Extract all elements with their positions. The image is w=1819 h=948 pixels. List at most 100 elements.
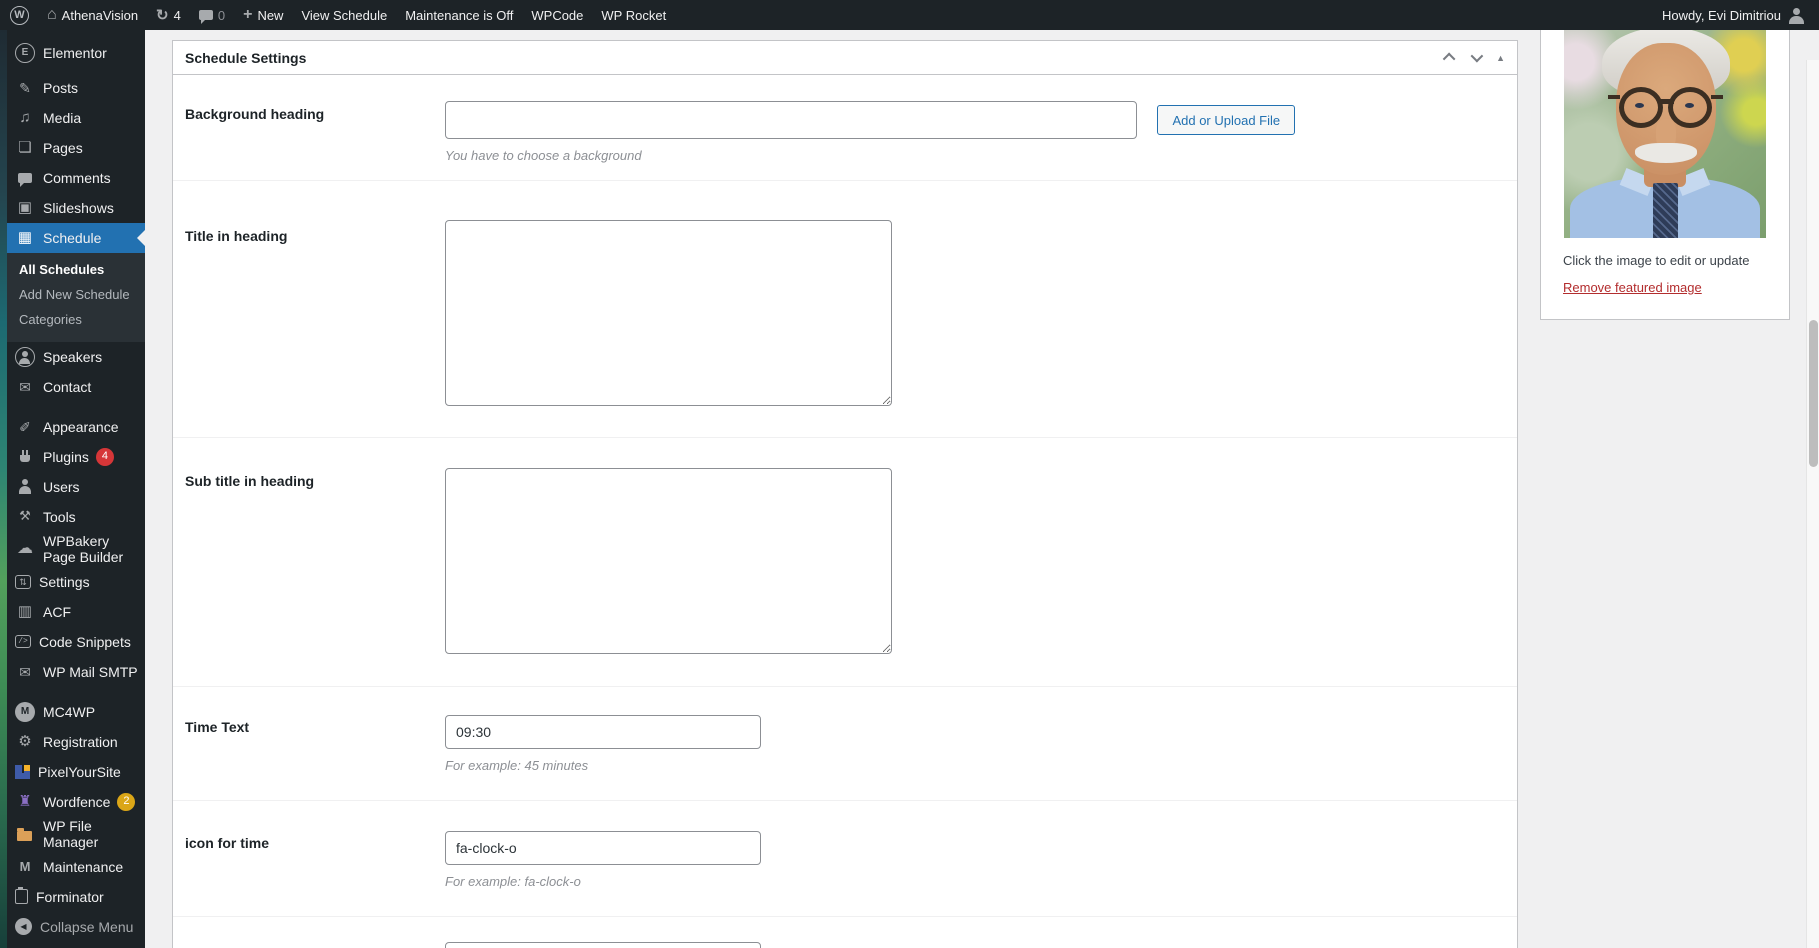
wordpress-logo-icon xyxy=(10,5,29,25)
remove-featured-image-link[interactable]: Remove featured image xyxy=(1563,280,1702,295)
sidebar-item-label: Speakers xyxy=(43,348,103,365)
collapse-menu-button[interactable]: Collapse Menu xyxy=(7,912,145,942)
plug-icon xyxy=(15,447,35,467)
sidebar-item-settings[interactable]: Settings xyxy=(7,567,145,597)
partial-bottom-input[interactable] xyxy=(445,942,761,948)
featured-image-thumbnail[interactable] xyxy=(1564,30,1766,238)
slideshow-icon xyxy=(15,198,35,218)
sidebar-item-wp-mail-smtp[interactable]: WP Mail SMTP xyxy=(7,657,145,687)
user-icon xyxy=(15,477,35,497)
sidebar-item-media[interactable]: Media xyxy=(7,103,145,133)
sidebar-item-label: Schedule xyxy=(43,229,102,246)
maintenance-menu[interactable]: Maintenance is Off xyxy=(405,8,513,23)
sidebar-item-maintenance[interactable]: Maintenance xyxy=(7,852,145,882)
wp-rocket-menu[interactable]: WP Rocket xyxy=(601,8,666,23)
sidebar-item-label: Wordfence xyxy=(43,793,111,810)
sidebar-item-acf[interactable]: ACF xyxy=(7,597,145,627)
comments-menu[interactable]: 0 xyxy=(198,8,225,24)
maintenance-label: Maintenance is Off xyxy=(405,7,514,23)
schedule-submenu: All Schedules Add New Schedule Categorie… xyxy=(7,252,145,342)
sidebar-item-forminator[interactable]: Forminator xyxy=(7,882,145,912)
wpcode-menu[interactable]: WPCode xyxy=(531,8,583,23)
sidebar-item-label: Tools xyxy=(43,508,76,525)
field-row-sub-title-in-heading: Sub title in heading xyxy=(173,438,1517,687)
cloud-icon xyxy=(15,539,35,559)
sidebar-item-label: Code Snippets xyxy=(39,633,131,650)
sidebar-item-label: MC4WP xyxy=(43,703,96,720)
updates-icon xyxy=(156,6,169,24)
my-account-menu[interactable]: Howdy, Evi Dimitriou xyxy=(1662,7,1819,24)
sidebar-item-users[interactable]: Users xyxy=(7,472,145,502)
wordpress-logo-menu[interactable] xyxy=(10,5,29,25)
field-row-icon-for-time: icon for time For example: fa-clock-o xyxy=(173,801,1517,917)
sidebar-item-contact[interactable]: Contact xyxy=(7,372,145,402)
maintenance-m-icon xyxy=(15,857,35,877)
admin-sidebar: Elementor Posts Media Pages Comments Sli… xyxy=(7,30,145,948)
sidebar-item-registration[interactable]: Registration xyxy=(7,727,145,757)
sidebar-item-label: PixelYourSite xyxy=(38,763,121,780)
view-schedule-menu[interactable]: View Schedule xyxy=(301,8,387,23)
sidebar-item-wordfence[interactable]: Wordfence 2 xyxy=(7,787,145,817)
field-row-partial xyxy=(173,917,1517,948)
new-label: New xyxy=(257,7,284,23)
menu-separator xyxy=(7,402,145,412)
sidebar-item-schedule[interactable]: Schedule xyxy=(7,222,145,253)
page-scrollbar-track[interactable] xyxy=(1806,60,1819,948)
field-control xyxy=(445,917,1517,948)
add-or-upload-file-button[interactable]: Add or Upload File xyxy=(1157,105,1296,135)
field-control: Add or Upload File You have to choose a … xyxy=(445,75,1517,180)
page-scrollbar-thumb[interactable] xyxy=(1809,320,1818,467)
sidebar-item-wp-file-manager[interactable]: WP File Manager xyxy=(7,817,145,852)
mc4wp-icon xyxy=(15,701,35,722)
schedule-settings-header: Schedule Settings ▲ xyxy=(173,41,1517,75)
sidebar-item-mc4wp[interactable]: MC4WP xyxy=(7,697,145,727)
sidebar-item-code-snippets[interactable]: Code Snippets xyxy=(7,627,145,657)
move-up-icon[interactable] xyxy=(1442,52,1456,66)
move-down-icon[interactable] xyxy=(1470,49,1484,63)
howdy-label: Howdy, Evi Dimitriou xyxy=(1662,7,1781,23)
settings-sliders-icon xyxy=(15,574,31,589)
field-label: Sub title in heading xyxy=(185,473,315,489)
sidebar-item-wpbakery[interactable]: WPBakery Page Builder xyxy=(7,532,145,567)
media-icon xyxy=(15,108,35,128)
wpcode-label: WPCode xyxy=(531,7,584,23)
submenu-item-add-new-schedule[interactable]: Add New Schedule xyxy=(7,282,145,307)
title-in-heading-textarea[interactable] xyxy=(445,220,892,406)
sidebar-item-elementor[interactable]: Elementor xyxy=(7,38,145,68)
sidebar-item-comments[interactable]: Comments xyxy=(7,163,145,193)
toggle-panel-icon[interactable]: ▲ xyxy=(1496,53,1505,63)
sidebar-item-tools[interactable]: Tools xyxy=(7,502,145,532)
new-content-menu[interactable]: New xyxy=(243,6,283,24)
sidebar-item-label: Slideshows xyxy=(43,199,114,216)
portrait-glasses xyxy=(1619,87,1663,128)
field-helper-text: For example: 45 minutes xyxy=(445,758,589,773)
time-text-input[interactable] xyxy=(445,715,761,749)
field-label: Title in heading xyxy=(185,228,288,244)
schedule-settings-panel: Schedule Settings ▲ Background heading A… xyxy=(172,40,1518,948)
featured-image-caption: Click the image to edit or update xyxy=(1563,253,1750,268)
sidebar-item-pages[interactable]: Pages xyxy=(7,133,145,163)
fence-icon xyxy=(15,792,35,812)
sidebar-item-pixelyoursite[interactable]: PixelYourSite xyxy=(7,757,145,787)
sidebar-item-speakers[interactable]: Speakers xyxy=(7,342,145,372)
background-heading-input[interactable] xyxy=(445,101,1137,139)
admin-bar: AthenaVision 4 0 New View Schedule Maint… xyxy=(0,0,1819,30)
sub-title-in-heading-textarea[interactable] xyxy=(445,468,892,654)
mail-arrow-icon xyxy=(15,662,35,682)
sidebar-item-posts[interactable]: Posts xyxy=(7,73,145,103)
desktop-wallpaper-strip xyxy=(0,30,7,948)
sidebar-item-label: Maintenance xyxy=(43,858,124,875)
site-name-menu[interactable]: AthenaVision xyxy=(47,6,138,24)
submenu-item-all-schedules[interactable]: All Schedules xyxy=(7,257,145,282)
field-row-title-in-heading: Title in heading xyxy=(173,181,1517,438)
field-row-background-heading: Background heading Add or Upload File Yo… xyxy=(173,75,1517,181)
submenu-item-categories[interactable]: Categories xyxy=(7,307,145,332)
sidebar-item-label: WP File Manager xyxy=(43,818,99,851)
sidebar-item-label: WP Mail SMTP xyxy=(43,663,138,680)
field-control xyxy=(445,438,1517,686)
sidebar-item-slideshows[interactable]: Slideshows xyxy=(7,193,145,223)
icon-for-time-input[interactable] xyxy=(445,831,761,865)
sidebar-item-plugins[interactable]: Plugins 4 xyxy=(7,442,145,472)
sidebar-item-appearance[interactable]: Appearance xyxy=(7,412,145,442)
updates-menu[interactable]: 4 xyxy=(156,6,181,24)
